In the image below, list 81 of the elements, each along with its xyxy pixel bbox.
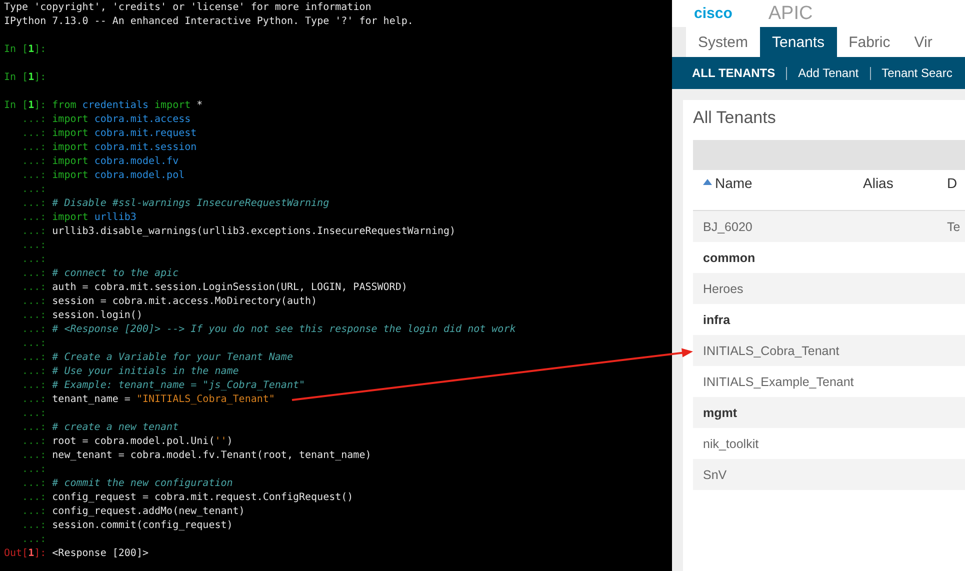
input-prompt: ...: [21,533,46,547]
code-line: import cobra.model.pol [52,170,185,181]
input-prompt: ...: [21,141,46,155]
input-prompt: In [1]: [4,43,46,57]
code-line: config_request.addMo(new_tenant) [52,506,245,517]
input-prompt: ...: [21,505,46,519]
input-prompt: ...: [21,351,46,365]
nav-tab[interactable]: System [686,27,760,57]
input-prompt: ...: [21,281,46,295]
code-line: urllib3.disable_warnings(urllib3.exceptions.InsecureRequestWarning) [52,226,456,237]
tenant-name[interactable]: common [693,242,853,273]
panel-title: All Tenants [693,108,777,128]
column-header[interactable]: Name [693,170,853,210]
input-prompt: ...: [21,267,46,281]
tenant-name[interactable]: BJ_6020 [693,211,853,242]
input-prompt: ...: [21,379,46,393]
input-prompt: ...: [21,183,46,197]
column-header[interactable]: Alias [853,170,937,210]
code-line: root = cobra.model.pol.Uni('') [52,436,233,447]
nav-tab[interactable]: Vir [902,27,944,57]
input-prompt: ...: [21,463,46,477]
code-line: tenant_name = "INITIALS_Cobra_Tenant" [52,394,275,405]
code-line: # <Response [200]> --> If you do not see this response the login did not work [52,324,516,335]
code-line: import cobra.mit.access [52,114,191,125]
input-prompt: ...: [21,155,46,169]
code-line: from credentials import * [52,100,203,111]
code-line: import cobra.model.fv [52,156,179,167]
nav-tab[interactable]: Fabric [836,27,902,57]
subnav-link[interactable]: ALL TENANTS [692,66,776,80]
code-line: import cobra.mit.request [52,128,197,139]
code-line: # Use your initials in the name [52,366,239,377]
code-line: import urllib3 [52,212,136,223]
code-line: session.login() [52,310,142,321]
input-prompt: ...: [21,127,46,141]
input-prompt: ...: [21,197,46,211]
code-line: # commit the new configuration [52,478,233,489]
code-line: new_tenant = cobra.model.fv.Tenant(root, tenant_name) [52,450,372,461]
code-line: session = cobra.mit.access.MoDirectory(auth) [52,296,318,307]
subnav-link[interactable]: Tenant Searc [882,66,952,80]
input-prompt: ...: [21,225,46,239]
code-line: # connect to the apic [52,268,179,279]
code-line: # Create a Variable for your Tenant Name [52,352,293,363]
subnav-link[interactable]: Add Tenant [798,66,859,80]
input-prompt: ...: [21,309,46,323]
banner-text: Type 'copyright', 'credits' or 'license' for more information [4,2,372,13]
input-prompt: ...: [21,449,46,463]
input-prompt: ...: [21,295,46,309]
tenant-name[interactable]: nik_toolkit [693,428,853,459]
input-prompt: ...: [21,477,46,491]
code-line: # create a new tenant [52,422,179,433]
input-prompt: ...: [21,337,46,351]
input-prompt: ...: [21,435,46,449]
input-prompt: ...: [21,365,46,379]
product-name: APIC [768,2,813,24]
code-line: auth = cobra.mit.session.LoginSession(URL, LOGIN, PASSWORD) [52,282,408,293]
banner-text: IPython 7.13.0 -- An enhanced Interactive Python. Type '?' for help. [4,16,414,27]
column-header[interactable]: D [937,170,965,210]
input-prompt: ...: [21,393,46,407]
output-prompt: Out[1]: [4,547,46,561]
input-prompt: In [1]: [4,71,46,85]
nav-tab[interactable]: Tenants [760,27,837,57]
output-text: <Response [200]> [52,548,148,559]
code-line: import cobra.mit.session [52,142,197,153]
table-cell-text: Te [946,218,962,236]
input-prompt: ...: [21,323,46,337]
input-prompt: ...: [21,407,46,421]
input-prompt: ...: [21,421,46,435]
code-line: # Disable #ssl-warnings InsecureRequestWarning [52,198,330,209]
input-prompt: ...: [21,113,46,127]
code-line: config_request = cobra.mit.request.ConfigRequest() [52,492,354,503]
input-prompt: ...: [21,211,46,225]
input-prompt: ...: [21,239,46,253]
input-prompt: ...: [21,491,46,505]
input-prompt: ...: [21,169,46,183]
code-line: # Example: tenant_name = "js_Cobra_Tenant" [52,380,306,391]
code-line: session.commit(config_request) [52,520,233,531]
input-prompt: ...: [21,253,46,267]
tenant-name[interactable]: infra [693,304,853,335]
input-prompt: In [1]: [4,99,46,113]
tenant-name[interactable]: INITIALS_Example_Tenant [693,366,853,397]
input-prompt: ...: [21,519,46,533]
